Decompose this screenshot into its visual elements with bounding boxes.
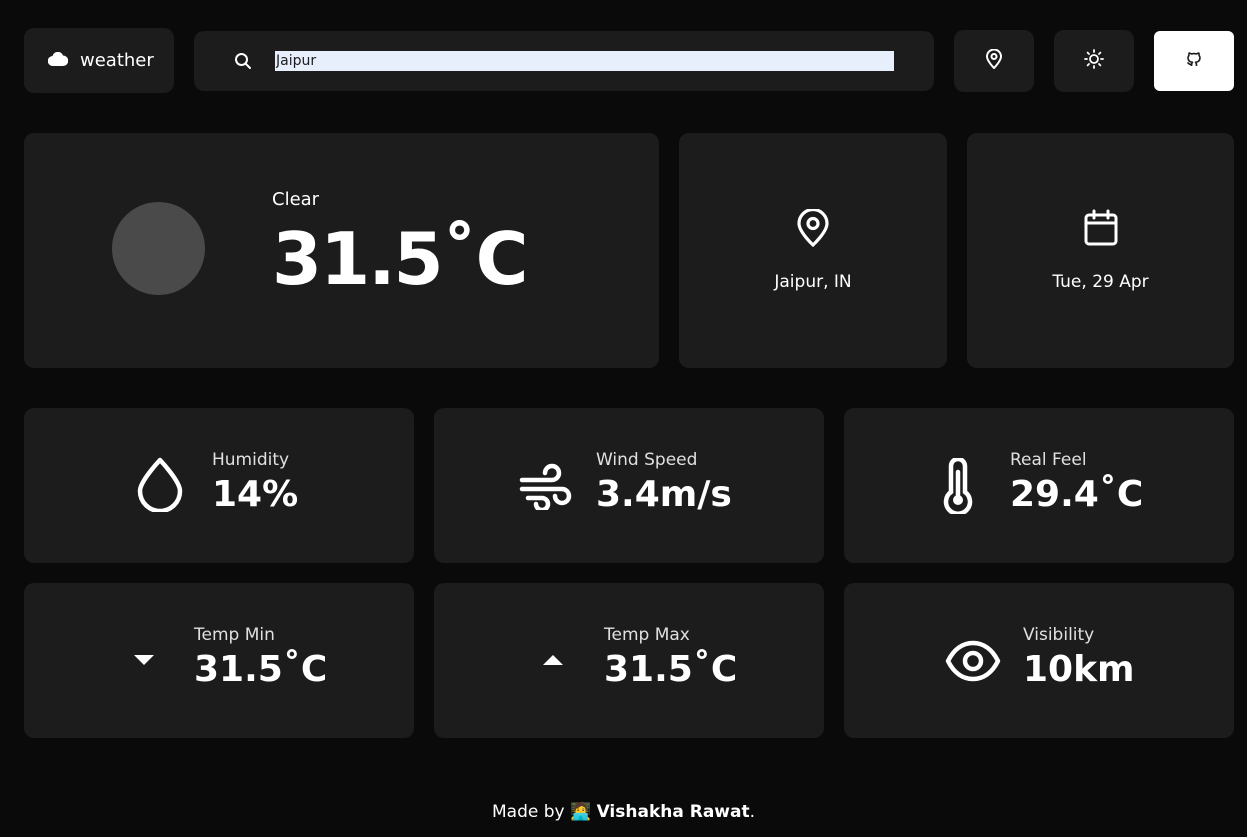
author-link[interactable]: Vishakha Rawat bbox=[597, 802, 750, 822]
footer: Made by 🧑‍💻 Vishakha Rawat. bbox=[0, 802, 1247, 822]
thermometer-icon bbox=[940, 458, 976, 514]
current-date: Tue, 29 Apr bbox=[1052, 272, 1149, 292]
temp-min-value: 31.5˚C bbox=[194, 649, 328, 690]
theme-toggle-button[interactable] bbox=[1054, 30, 1134, 92]
temp-max-card: Temp Max 31.5˚C bbox=[434, 583, 824, 738]
humidity-value: 14% bbox=[212, 474, 299, 515]
droplet-icon bbox=[136, 456, 184, 512]
footer-prefix: Made by bbox=[491, 802, 565, 822]
real-feel-value: 29.4˚C bbox=[1010, 474, 1144, 515]
footer-suffix: . bbox=[749, 802, 756, 822]
location-name: Jaipur, IN bbox=[774, 272, 852, 292]
location-card: Jaipur, IN bbox=[679, 133, 947, 368]
cloud-icon bbox=[47, 51, 69, 70]
current-weather-card: Clear 31.5˚C bbox=[24, 133, 659, 368]
wind-icon bbox=[518, 462, 574, 510]
wind-speed-value: 3.4m/s bbox=[596, 474, 732, 515]
temp-min-card: Temp Min 31.5˚C bbox=[24, 583, 414, 738]
humidity-label: Humidity bbox=[212, 450, 290, 470]
arrow-down-icon bbox=[133, 654, 155, 666]
weather-condition-image bbox=[112, 202, 205, 295]
app-logo[interactable]: weather bbox=[24, 28, 174, 93]
current-location-button[interactable] bbox=[954, 30, 1034, 92]
visibility-label: Visibility bbox=[1023, 625, 1095, 645]
wind-speed-label: Wind Speed bbox=[596, 450, 698, 470]
weather-condition: Clear bbox=[272, 189, 320, 210]
visibility-value: 10km bbox=[1023, 649, 1135, 690]
humidity-card: Humidity 14% bbox=[24, 408, 414, 563]
real-feel-label: Real Feel bbox=[1010, 450, 1087, 470]
real-feel-card: Real Feel 29.4˚C bbox=[844, 408, 1234, 563]
temp-max-value: 31.5˚C bbox=[604, 649, 738, 690]
temp-min-label: Temp Min bbox=[194, 625, 275, 645]
temp-max-label: Temp Max bbox=[604, 625, 690, 645]
github-icon bbox=[1185, 50, 1203, 72]
search-icon[interactable] bbox=[234, 52, 252, 74]
search-input[interactable] bbox=[275, 51, 894, 71]
app-name: weather bbox=[80, 50, 154, 71]
location-pin-icon bbox=[796, 207, 830, 251]
github-button[interactable] bbox=[1154, 31, 1234, 91]
sun-icon bbox=[1084, 49, 1104, 73]
wind-speed-card: Wind Speed 3.4m/s bbox=[434, 408, 824, 563]
visibility-card: Visibility 10km bbox=[844, 583, 1234, 738]
calendar-icon bbox=[1083, 209, 1119, 251]
location-pin-icon bbox=[985, 48, 1003, 73]
search-bar bbox=[194, 31, 934, 91]
date-card: Tue, 29 Apr bbox=[967, 133, 1234, 368]
developer-emoji: 🧑‍💻 bbox=[569, 802, 592, 822]
eye-icon bbox=[945, 639, 1001, 683]
arrow-up-icon bbox=[542, 654, 564, 666]
current-temperature: 31.5˚C bbox=[272, 217, 528, 301]
